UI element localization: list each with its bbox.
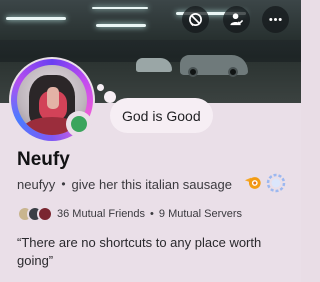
separator-dot: • [150, 208, 154, 220]
banner-light [6, 17, 66, 20]
block-user-icon [189, 13, 202, 27]
mutuals-row: 36 Mutual Friends • 9 Mutual Servers [17, 205, 242, 223]
nitro-boost-badge-icon[interactable] [266, 173, 286, 193]
profile-bio: “There are no shortcuts to any place wor… [17, 235, 262, 268]
username-line: neufyy • give her this italian sausage [17, 176, 232, 192]
status-bubble-tail [97, 84, 104, 91]
username[interactable]: neufyy [17, 177, 55, 192]
banner-car [136, 58, 172, 72]
user-profile-popout: God is Good Neufy neufyy • give her this… [0, 0, 301, 282]
avatar-hand [47, 87, 59, 109]
online-status-indicator [71, 116, 87, 132]
custom-status-bubble: God is Good [110, 98, 213, 133]
banner-light [96, 24, 146, 27]
mutual-friends-link[interactable]: 36 Mutual Friends [57, 208, 145, 220]
quest-badge-icon[interactable] [244, 174, 262, 192]
mutual-friend-avatar [37, 206, 53, 222]
banner-car-wheel [188, 67, 198, 77]
more-options-button[interactable] [262, 6, 289, 33]
status-bubble-tail [104, 91, 116, 103]
banner-car-wheel [228, 67, 238, 77]
mutual-servers-link[interactable]: 9 Mutual Servers [159, 208, 242, 220]
pronouns: give her this italian sausage [71, 176, 232, 192]
separator-dot: • [61, 177, 66, 191]
more-options-icon [269, 18, 282, 21]
block-user-button[interactable] [182, 6, 209, 33]
add-friend-button[interactable] [223, 6, 250, 33]
banner-ceiling [0, 0, 301, 40]
banner-light [92, 7, 148, 9]
display-name: Neufy [17, 149, 70, 170]
add-friend-icon [230, 13, 244, 26]
